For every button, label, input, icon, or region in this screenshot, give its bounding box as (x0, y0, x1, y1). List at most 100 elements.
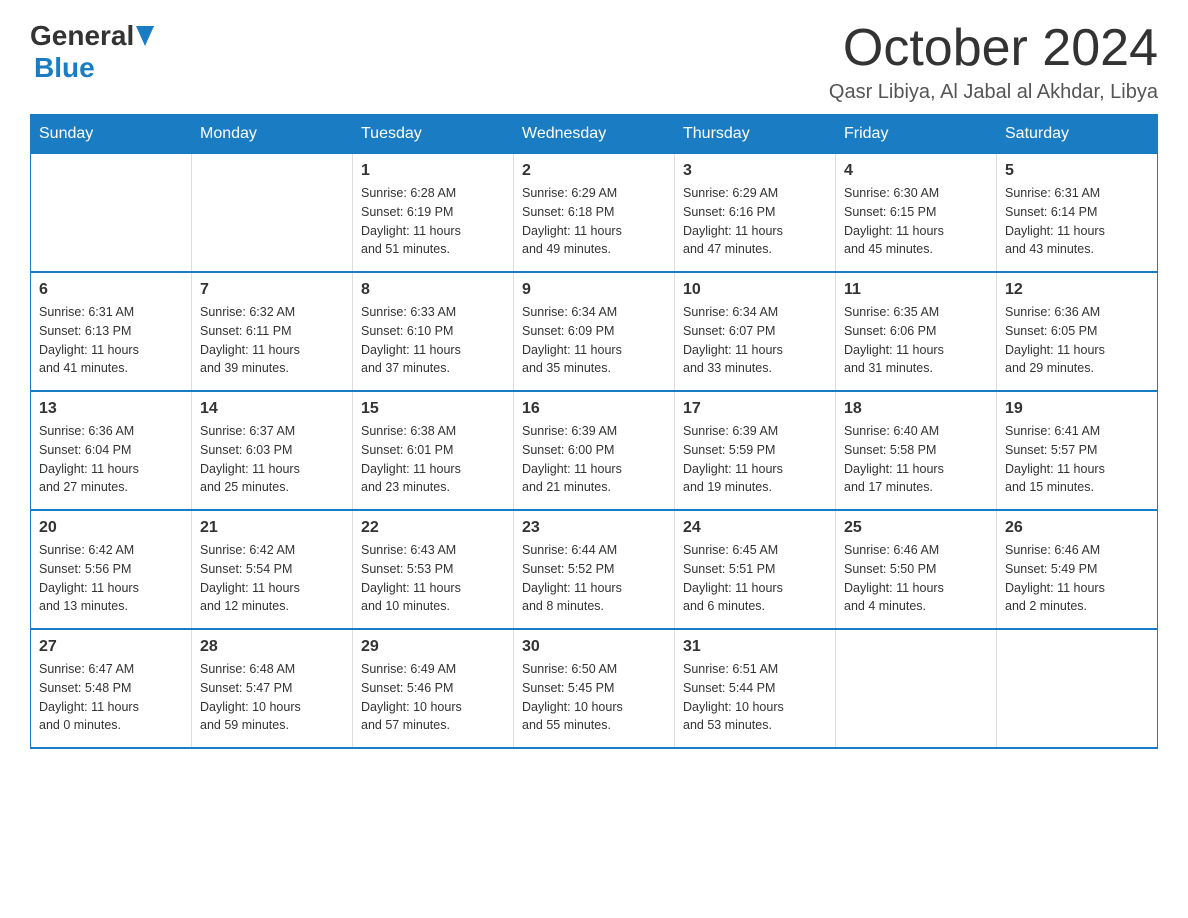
calendar-cell: 30 Sunrise: 6:50 AMSunset: 5:45 PMDayligh… (514, 629, 675, 748)
day-info: Sunrise: 6:34 AMSunset: 6:09 PMDaylight:… (522, 303, 666, 378)
calendar-week-row: 6 Sunrise: 6:31 AMSunset: 6:13 PMDaylight… (31, 272, 1158, 391)
day-header-sunday: Sunday (31, 115, 192, 154)
calendar-cell: 13 Sunrise: 6:36 AMSunset: 6:04 PMDayligh… (31, 391, 192, 510)
day-number: 12 (1005, 281, 1149, 299)
day-info: Sunrise: 6:29 AMSunset: 6:18 PMDaylight:… (522, 184, 666, 259)
day-info: Sunrise: 6:37 AMSunset: 6:03 PMDaylight:… (200, 422, 344, 497)
calendar-cell: 22 Sunrise: 6:43 AMSunset: 5:53 PMDayligh… (353, 510, 514, 629)
day-info: Sunrise: 6:41 AMSunset: 5:57 PMDaylight:… (1005, 422, 1149, 497)
day-info: Sunrise: 6:50 AMSunset: 5:45 PMDaylight:… (522, 660, 666, 735)
day-info: Sunrise: 6:35 AMSunset: 6:06 PMDaylight:… (844, 303, 988, 378)
calendar-cell: 17 Sunrise: 6:39 AMSunset: 5:59 PMDayligh… (675, 391, 836, 510)
logo-general-text: General (30, 20, 134, 52)
calendar-cell: 23 Sunrise: 6:44 AMSunset: 5:52 PMDayligh… (514, 510, 675, 629)
day-info: Sunrise: 6:31 AMSunset: 6:14 PMDaylight:… (1005, 184, 1149, 259)
day-info: Sunrise: 6:47 AMSunset: 5:48 PMDaylight:… (39, 660, 183, 735)
day-info: Sunrise: 6:36 AMSunset: 6:04 PMDaylight:… (39, 422, 183, 497)
day-number: 11 (844, 281, 988, 299)
day-info: Sunrise: 6:34 AMSunset: 6:07 PMDaylight:… (683, 303, 827, 378)
day-number: 28 (200, 638, 344, 656)
day-header-monday: Monday (192, 115, 353, 154)
day-header-wednesday: Wednesday (514, 115, 675, 154)
day-number: 5 (1005, 162, 1149, 180)
day-info: Sunrise: 6:39 AMSunset: 6:00 PMDaylight:… (522, 422, 666, 497)
day-info: Sunrise: 6:49 AMSunset: 5:46 PMDaylight:… (361, 660, 505, 735)
calendar-cell: 26Sunrise: 6:46 AMSunset: 5:49 PMDayligh… (997, 510, 1158, 629)
calendar-cell: 3 Sunrise: 6:29 AMSunset: 6:16 PMDaylight… (675, 154, 836, 273)
calendar-week-row: 13 Sunrise: 6:36 AMSunset: 6:04 PMDayligh… (31, 391, 1158, 510)
calendar-cell: 8Sunrise: 6:33 AMSunset: 6:10 PMDaylight… (353, 272, 514, 391)
day-info: Sunrise: 6:43 AMSunset: 5:53 PMDaylight:… (361, 541, 505, 616)
calendar-cell: 7 Sunrise: 6:32 AMSunset: 6:11 PMDaylight… (192, 272, 353, 391)
day-number: 17 (683, 400, 827, 418)
calendar-week-row: 1 Sunrise: 6:28 AMSunset: 6:19 PMDaylight… (31, 154, 1158, 273)
day-info: Sunrise: 6:42 AMSunset: 5:54 PMDaylight:… (200, 541, 344, 616)
day-info: Sunrise: 6:29 AMSunset: 6:16 PMDaylight:… (683, 184, 827, 259)
calendar-cell: 29 Sunrise: 6:49 AMSunset: 5:46 PMDayligh… (353, 629, 514, 748)
calendar-cell (997, 629, 1158, 748)
day-info: Sunrise: 6:46 AMSunset: 5:50 PMDaylight:… (844, 541, 988, 616)
day-number: 2 (522, 162, 666, 180)
day-number: 27 (39, 638, 183, 656)
day-number: 4 (844, 162, 988, 180)
calendar-cell: 6 Sunrise: 6:31 AMSunset: 6:13 PMDaylight… (31, 272, 192, 391)
calendar-cell: 11 Sunrise: 6:35 AMSunset: 6:06 PMDayligh… (836, 272, 997, 391)
day-number: 20 (39, 519, 183, 537)
day-info: Sunrise: 6:45 AMSunset: 5:51 PMDaylight:… (683, 541, 827, 616)
calendar-cell: 5 Sunrise: 6:31 AMSunset: 6:14 PMDaylight… (997, 154, 1158, 273)
day-number: 18 (844, 400, 988, 418)
day-info: Sunrise: 6:31 AMSunset: 6:13 PMDaylight:… (39, 303, 183, 378)
day-info: Sunrise: 6:51 AMSunset: 5:44 PMDaylight:… (683, 660, 827, 735)
calendar-cell: 16 Sunrise: 6:39 AMSunset: 6:00 PMDayligh… (514, 391, 675, 510)
calendar-cell: 9Sunrise: 6:34 AMSunset: 6:09 PMDaylight… (514, 272, 675, 391)
calendar-cell (192, 154, 353, 273)
calendar-cell: 31 Sunrise: 6:51 AMSunset: 5:44 PMDayligh… (675, 629, 836, 748)
day-number: 25 (844, 519, 988, 537)
day-number: 7 (200, 281, 344, 299)
day-info: Sunrise: 6:30 AMSunset: 6:15 PMDaylight:… (844, 184, 988, 259)
calendar-table: SundayMondayTuesdayWednesdayThursdayFrid… (30, 114, 1158, 749)
day-info: Sunrise: 6:28 AMSunset: 6:19 PMDaylight:… (361, 184, 505, 259)
calendar-cell: 27 Sunrise: 6:47 AMSunset: 5:48 PMDayligh… (31, 629, 192, 748)
day-info: Sunrise: 6:39 AMSunset: 5:59 PMDaylight:… (683, 422, 827, 497)
day-number: 21 (200, 519, 344, 537)
calendar-week-row: 27 Sunrise: 6:47 AMSunset: 5:48 PMDayligh… (31, 629, 1158, 748)
page-header: General Blue October 2024 Qasr Libiya, A… (30, 20, 1158, 104)
calendar-cell: 25 Sunrise: 6:46 AMSunset: 5:50 PMDayligh… (836, 510, 997, 629)
day-info: Sunrise: 6:32 AMSunset: 6:11 PMDaylight:… (200, 303, 344, 378)
day-info: Sunrise: 6:40 AMSunset: 5:58 PMDaylight:… (844, 422, 988, 497)
day-number: 29 (361, 638, 505, 656)
logo: General Blue (30, 20, 154, 84)
title-area: October 2024 Qasr Libiya, Al Jabal al Ak… (829, 20, 1158, 104)
day-number: 30 (522, 638, 666, 656)
day-number: 31 (683, 638, 827, 656)
day-number: 3 (683, 162, 827, 180)
day-info: Sunrise: 6:46 AMSunset: 5:49 PMDaylight:… (1005, 541, 1149, 616)
day-number: 16 (522, 400, 666, 418)
day-info: Sunrise: 6:33 AMSunset: 6:10 PMDaylight:… (361, 303, 505, 378)
day-number: 13 (39, 400, 183, 418)
day-header-thursday: Thursday (675, 115, 836, 154)
calendar-cell: 18 Sunrise: 6:40 AMSunset: 5:58 PMDayligh… (836, 391, 997, 510)
day-info: Sunrise: 6:36 AMSunset: 6:05 PMDaylight:… (1005, 303, 1149, 378)
day-number: 6 (39, 281, 183, 299)
calendar-cell: 21 Sunrise: 6:42 AMSunset: 5:54 PMDayligh… (192, 510, 353, 629)
day-info: Sunrise: 6:44 AMSunset: 5:52 PMDaylight:… (522, 541, 666, 616)
calendar-cell: 10 Sunrise: 6:34 AMSunset: 6:07 PMDayligh… (675, 272, 836, 391)
day-header-tuesday: Tuesday (353, 115, 514, 154)
day-number: 1 (361, 162, 505, 180)
logo-triangle-icon (136, 26, 154, 46)
calendar-cell (836, 629, 997, 748)
calendar-body: 1 Sunrise: 6:28 AMSunset: 6:19 PMDaylight… (31, 154, 1158, 749)
day-number: 10 (683, 281, 827, 299)
days-of-week-row: SundayMondayTuesdayWednesdayThursdayFrid… (31, 115, 1158, 154)
day-header-friday: Friday (836, 115, 997, 154)
day-number: 22 (361, 519, 505, 537)
day-number: 23 (522, 519, 666, 537)
logo-blue-text: Blue (34, 52, 95, 83)
calendar-cell: 28Sunrise: 6:48 AMSunset: 5:47 PMDayligh… (192, 629, 353, 748)
calendar-cell: 20Sunrise: 6:42 AMSunset: 5:56 PMDayligh… (31, 510, 192, 629)
day-number: 24 (683, 519, 827, 537)
day-info: Sunrise: 6:38 AMSunset: 6:01 PMDaylight:… (361, 422, 505, 497)
calendar-week-row: 20Sunrise: 6:42 AMSunset: 5:56 PMDayligh… (31, 510, 1158, 629)
